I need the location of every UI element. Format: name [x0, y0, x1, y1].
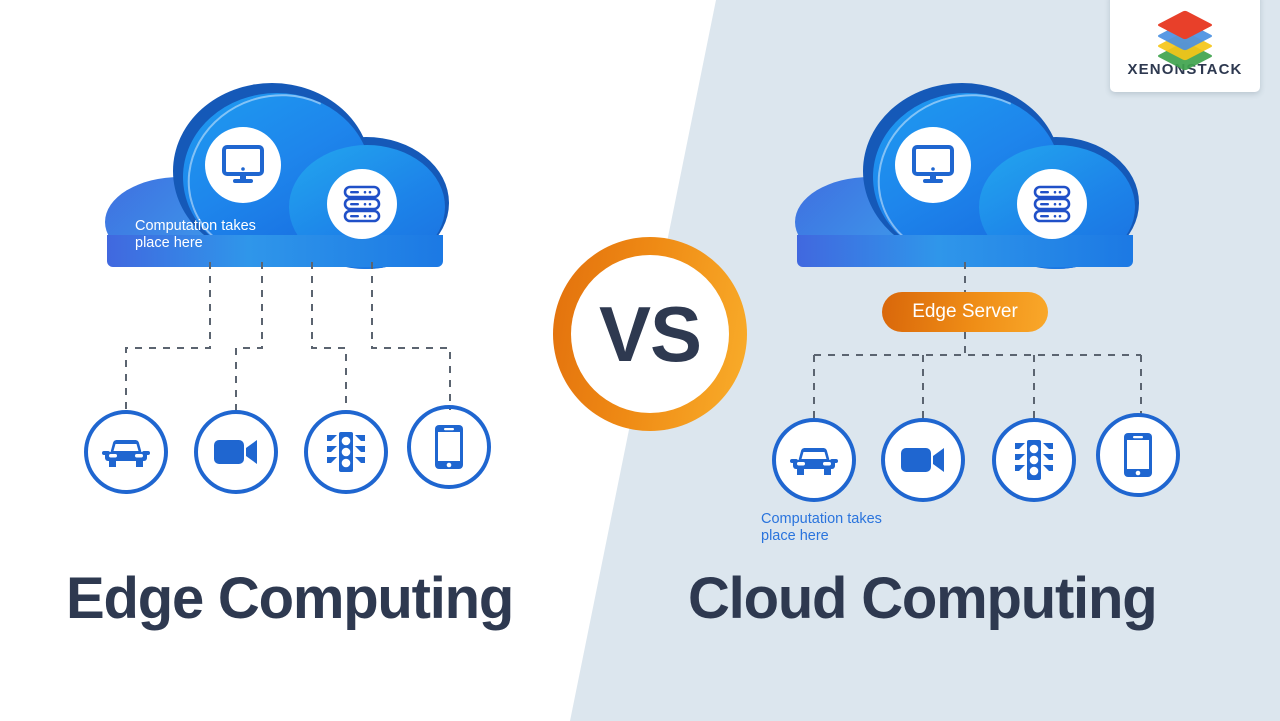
- device-car-right[interactable]: [772, 418, 856, 502]
- car-icon: [102, 440, 150, 467]
- cloud-computation-label: Computation takes place here: [761, 511, 882, 545]
- infographic-canvas: Computation takes place here VS Edge Ser…: [0, 0, 1280, 721]
- device-car-left[interactable]: [84, 410, 168, 494]
- server-icon: [327, 169, 397, 239]
- edge-cloud: Computation takes place here: [105, 71, 449, 283]
- smartphone-icon: [1124, 433, 1152, 477]
- vs-badge-inner: VS: [571, 255, 729, 413]
- traffic-light-icon: [327, 432, 365, 472]
- server-icon: [1017, 169, 1087, 239]
- brand-logo-card[interactable]: XENONSTACK: [1110, 0, 1260, 92]
- device-phone-left[interactable]: [407, 405, 491, 489]
- cloud-base: [797, 235, 1133, 267]
- device-camera-left[interactable]: [194, 410, 278, 494]
- smartphone-icon: [435, 425, 463, 469]
- device-traffic-light-right[interactable]: [992, 418, 1076, 502]
- device-traffic-light-left[interactable]: [304, 410, 388, 494]
- video-camera-icon: [214, 440, 257, 464]
- edge-computing-heading: Edge Computing: [66, 566, 514, 631]
- cloud-datacenter: [795, 71, 1139, 283]
- edge-server-label: Edge Server: [912, 301, 1018, 322]
- device-phone-right[interactable]: [1096, 413, 1180, 497]
- cloud-computing-heading: Cloud Computing: [688, 566, 1158, 631]
- vs-badge: VS: [553, 237, 747, 431]
- monitor-icon: [205, 127, 281, 203]
- vs-label: VS: [598, 289, 702, 378]
- traffic-light-icon: [1015, 440, 1053, 480]
- car-icon: [790, 448, 838, 475]
- stacked-layers-icon: [1156, 5, 1214, 71]
- video-camera-icon: [901, 448, 944, 472]
- edge-server-pill[interactable]: Edge Server: [882, 292, 1048, 332]
- monitor-icon: [895, 127, 971, 203]
- edge-cloud-label: Computation takes place here: [135, 218, 256, 252]
- device-camera-right[interactable]: [881, 418, 965, 502]
